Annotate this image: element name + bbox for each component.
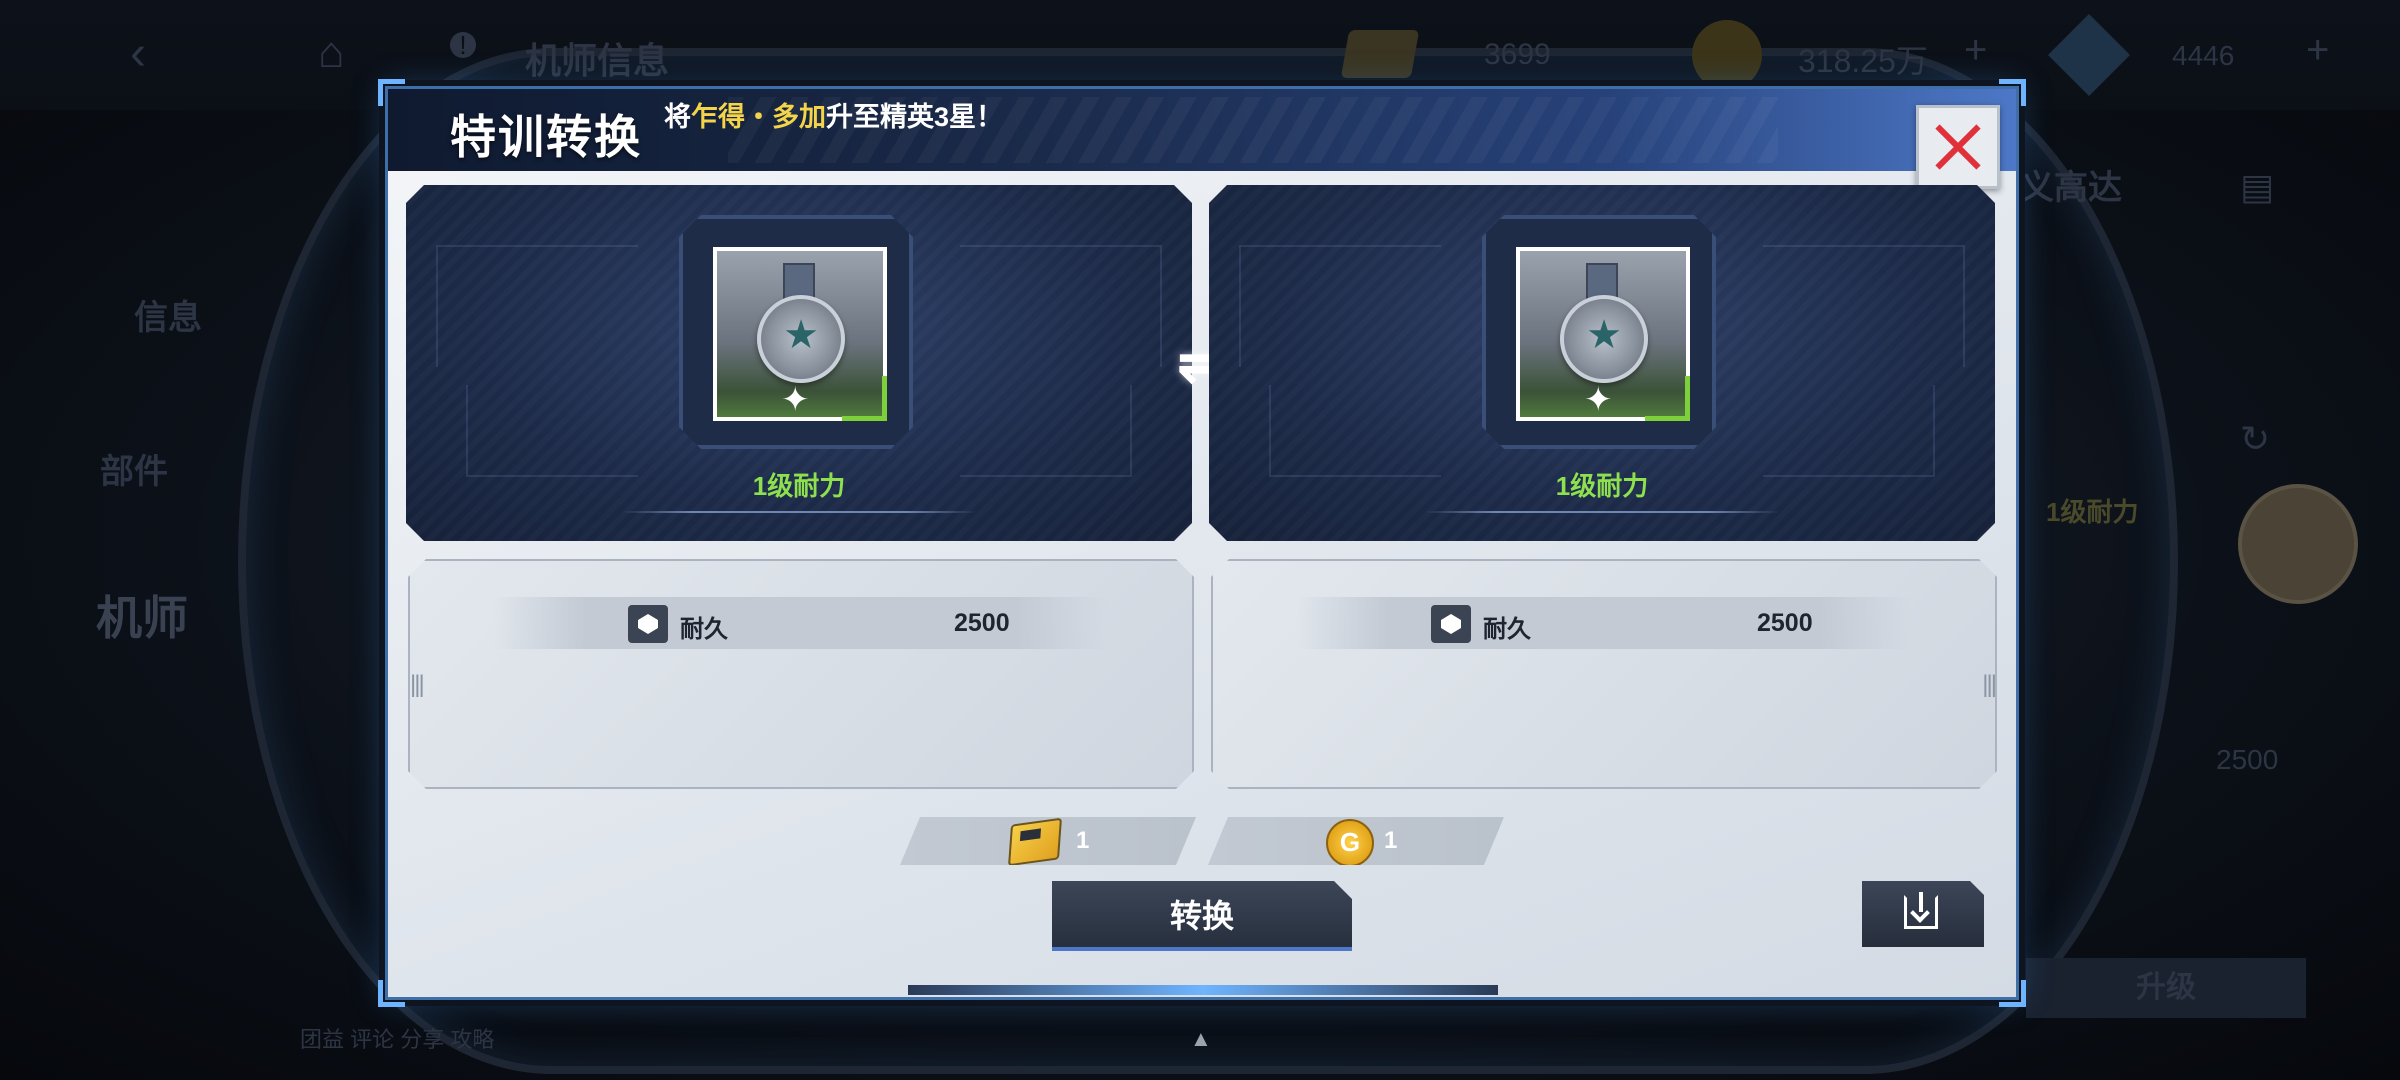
cost-amount: 1 [1384, 827, 1398, 854]
cost-disk: 1 [900, 817, 1196, 865]
circuit-decoration [436, 245, 638, 367]
circuit-decoration [1763, 385, 1935, 477]
refresh-icon[interactable]: ↻ [2240, 418, 2270, 460]
gold-coin-icon: G [1326, 819, 1374, 867]
circuit-decoration [466, 385, 638, 477]
background-bottom-nav[interactable]: 团益 评论 分享 攻略 [300, 1022, 494, 1054]
dialog-subtitle: 将乍得・多加升至精英3星！ [664, 95, 1003, 134]
target-stats-panel: 耐久 2500 ||| [1211, 559, 1997, 789]
star-icon: ★ [1586, 313, 1622, 357]
home-icon[interactable]: ⌂ [318, 28, 345, 78]
dialog-header: 特训转换 将乍得・多加升至精英3星！ [388, 89, 2016, 171]
current-training-panel: ★ ✦ 1级耐力 [406, 185, 1192, 541]
save-download-icon [1904, 895, 1938, 929]
level-label: 1级耐力 [1555, 471, 1649, 501]
background-attr-label: 1级耐力 [2046, 497, 2139, 527]
cost-amount: 1 [1076, 827, 1090, 854]
current-stats-panel: 耐久 2500 ||| [408, 559, 1194, 789]
pilot-name-highlight: 乍得・多加 [691, 102, 826, 132]
stat-label: 耐久 [680, 616, 728, 643]
medal-frame[interactable]: ★ ✦ [1482, 215, 1716, 449]
medal-frame[interactable]: ★ ✦ [679, 215, 913, 449]
circuit-decoration [1763, 245, 1965, 367]
durability-icon [628, 605, 668, 643]
circuit-decoration [960, 245, 1162, 367]
sparkle-icon: ✦ [1584, 381, 1613, 419]
tab-parts[interactable]: 部件 [100, 444, 168, 493]
cost-coin: G 1 [1208, 817, 1504, 865]
panel-edge-marker: ||| [410, 671, 423, 698]
stat-value: 2500 [954, 609, 1010, 637]
close-button[interactable] [1916, 105, 2000, 189]
stat-value: 2500 [1757, 609, 1813, 637]
corner-decoration [378, 980, 405, 1007]
subtitle-suffix: 升至精英3星！ [826, 102, 1004, 132]
medal-star-icon: ★ [757, 295, 845, 383]
background-attr-value: 2500 [2216, 744, 2279, 775]
divider [621, 511, 977, 513]
background-upgrade-button[interactable]: 升级 [2026, 958, 2306, 1018]
level-label: 1级耐力 [752, 471, 846, 501]
add-gem-button[interactable]: + [2306, 28, 2329, 73]
alert-icon: ! [450, 32, 476, 58]
special-training-dialog: 特训转换 将乍得・多加升至精英3星！ ★ ✦ 1级耐力 ⇌ ★ ✦ 1级耐力 耐… [378, 79, 2026, 1007]
stat-row: 耐久 2500 [1297, 597, 1911, 649]
subtitle-prefix: 将 [664, 102, 691, 132]
save-button[interactable] [1862, 881, 1984, 947]
target-training-panel: ★ ✦ 1级耐力 [1209, 185, 1995, 541]
circuit-decoration [960, 385, 1132, 477]
background-page-title: 机师信息 [525, 40, 670, 81]
coin-currency-value: 318.25万 [1798, 43, 1928, 79]
background-unit-name: 义高达 [2020, 169, 2122, 207]
disk-currency-icon [1340, 30, 1420, 78]
cube-icon[interactable] [2238, 484, 2358, 604]
stat-label: 耐久 [1483, 616, 1531, 643]
dialog-title: 特训转换 [450, 112, 642, 163]
durability-icon [1431, 605, 1471, 643]
circuit-decoration [1269, 385, 1441, 477]
back-arrow-icon[interactable]: ‹ [130, 26, 146, 81]
disk-icon [1008, 818, 1062, 867]
panel-edge-marker: ||| [1982, 671, 1995, 698]
sparkle-icon: ✦ [781, 381, 810, 419]
stat-row: 耐久 2500 [494, 597, 1108, 649]
disk-currency-value: 3699 [1484, 38, 1551, 71]
add-coin-button[interactable]: + [1964, 28, 1987, 73]
divider [1424, 511, 1780, 513]
medal-card: ★ ✦ [1516, 247, 1690, 421]
star-icon: ★ [783, 313, 819, 357]
document-icon[interactable]: ▤ [2240, 166, 2274, 208]
circuit-decoration [1239, 245, 1441, 367]
bottom-glow-bar [908, 985, 1498, 995]
convert-button[interactable]: 转换 [1052, 881, 1352, 951]
medal-star-icon: ★ [1560, 295, 1648, 383]
gem-currency-value: 4446 [2172, 40, 2235, 71]
tab-pilot[interactable]: 机师 [96, 582, 188, 648]
corner-decoration [1999, 980, 2026, 1007]
medal-card: ★ ✦ [713, 247, 887, 421]
caret-up-icon: ▲ [1190, 1026, 1212, 1051]
tab-info[interactable]: 信息 [134, 290, 202, 339]
coin-currency-icon [1692, 20, 1762, 90]
